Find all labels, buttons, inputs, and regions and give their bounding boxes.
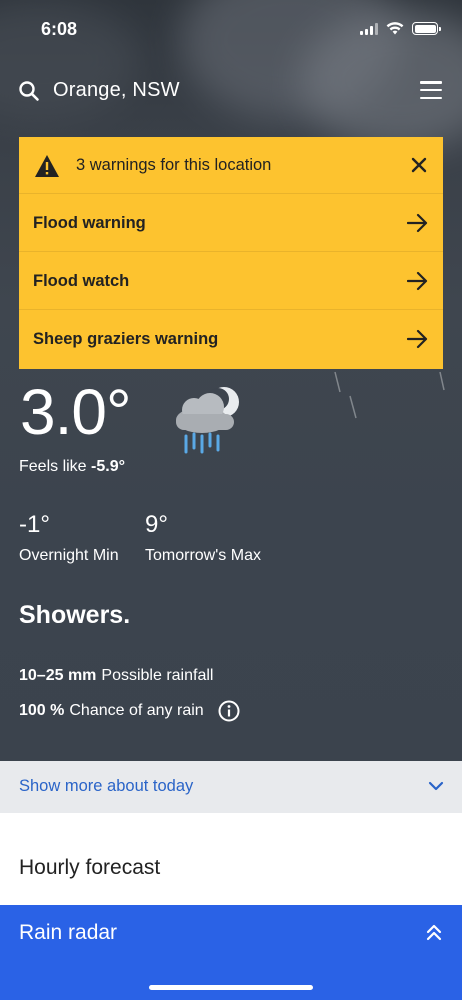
forecast-summary: Showers.	[19, 601, 131, 629]
location-title[interactable]: Orange, NSW	[53, 79, 180, 102]
warning-item-flood-watch[interactable]: Flood watch	[19, 252, 443, 310]
show-more-label: Show more about today	[19, 777, 194, 795]
menu-icon[interactable]	[420, 80, 442, 100]
warning-triangle-icon	[35, 155, 59, 177]
wifi-icon	[386, 22, 404, 35]
battery-icon	[412, 22, 441, 35]
tomorrow-max: 9° Tomorrow's Max	[145, 511, 261, 565]
chevron-down-icon	[428, 781, 444, 791]
warnings-title: 3 warnings for this location	[76, 156, 272, 174]
feels-like-value: -5.9°	[91, 458, 125, 475]
warnings-header: 3 warnings for this location	[19, 137, 443, 194]
close-icon[interactable]	[411, 157, 427, 173]
warning-item-sheep-graziers[interactable]: Sheep graziers warning	[19, 310, 443, 368]
chance-value: 100 %	[19, 702, 65, 719]
info-icon[interactable]	[218, 700, 240, 722]
rainfall-line: 10–25 mm Possible rainfall	[19, 667, 213, 685]
tomorrow-max-label: Tomorrow's Max	[145, 547, 261, 564]
tomorrow-max-value: 9°	[145, 511, 168, 538]
feels-like-label: Feels like	[19, 458, 87, 475]
arrow-right-icon	[407, 329, 428, 349]
rain-radar-title: Rain radar	[19, 921, 118, 944]
home-indicator[interactable]	[149, 985, 313, 990]
overnight-min-label: Overnight Min	[19, 547, 119, 564]
status-time: 6:08	[41, 19, 78, 39]
search-icon[interactable]	[18, 80, 40, 102]
overnight-min: -1° Overnight Min	[19, 511, 119, 565]
show-more-button[interactable]: Show more about today	[0, 761, 462, 813]
showers-partly-cloudy-night-icon	[176, 387, 239, 454]
overnight-min-value: -1°	[19, 511, 50, 538]
chance-label: Chance of any rain	[69, 702, 204, 719]
warning-label: Sheep graziers warning	[33, 330, 219, 348]
arrow-right-icon	[407, 271, 428, 291]
rainfall-value: 10–25 mm	[19, 667, 97, 684]
double-chevron-up-icon[interactable]	[426, 923, 442, 941]
warning-label: Flood warning	[33, 214, 146, 232]
hourly-forecast-section[interactable]: Hourly forecast	[0, 813, 462, 905]
top-bar: Orange, NSW	[0, 70, 462, 112]
hourly-forecast-title: Hourly forecast	[19, 856, 161, 879]
chance-line: 100 % Chance of any rain	[19, 700, 240, 722]
warnings-panel: 3 warnings for this location Flood warni…	[19, 137, 443, 369]
cellular-signal-icon	[360, 22, 378, 35]
warning-item-flood-warning[interactable]: Flood warning	[19, 194, 443, 252]
status-bar: 6:08	[0, 0, 462, 56]
warning-label: Flood watch	[33, 272, 130, 290]
feels-like: Feels like -5.9°	[19, 458, 125, 476]
arrow-right-icon	[407, 213, 428, 233]
rainfall-label: Possible rainfall	[101, 667, 214, 684]
current-temperature: 3.0°	[20, 376, 132, 448]
